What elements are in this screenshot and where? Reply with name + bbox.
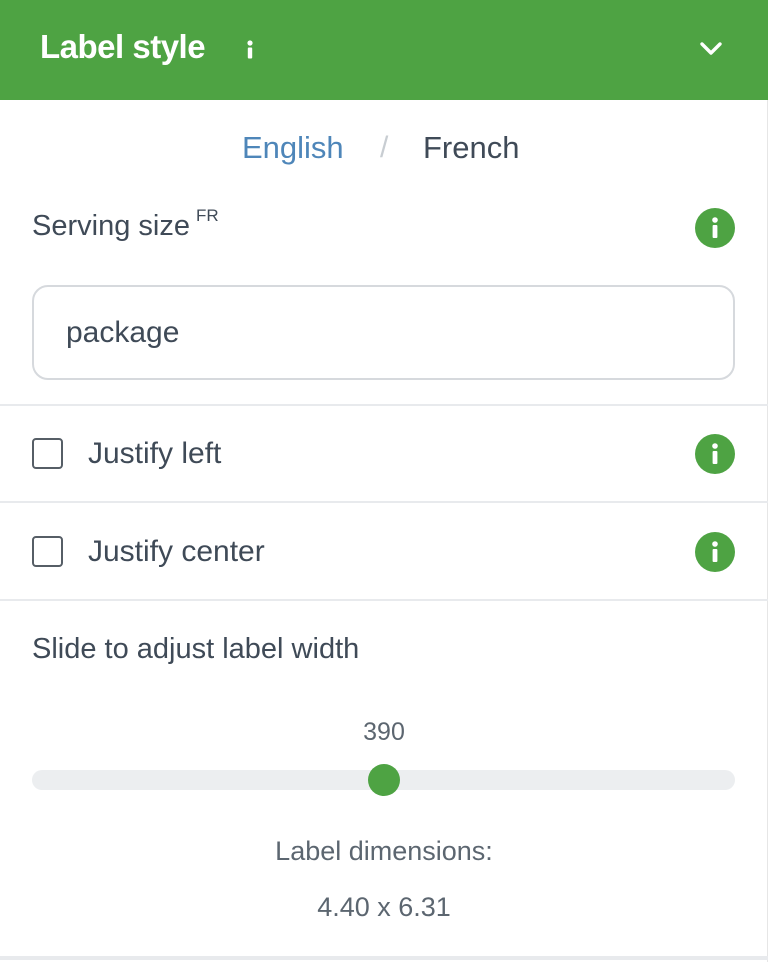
panel-bottom-edge — [0, 956, 768, 960]
serving-size-label: Serving size FR — [32, 206, 219, 243]
slider-label: Slide to adjust label width — [32, 633, 360, 665]
label-width-slider-thumb[interactable] — [367, 764, 400, 796]
info-icon[interactable] — [695, 434, 735, 474]
label-dimensions-value: 4.40 x 6.31 — [317, 892, 451, 922]
info-icon[interactable] — [244, 34, 256, 64]
panel-header[interactable]: Label style — [0, 0, 768, 100]
language-tab-french[interactable]: French — [423, 130, 519, 166]
language-tab-english[interactable]: English — [242, 130, 344, 166]
divider — [0, 599, 768, 601]
divider — [0, 501, 768, 503]
serving-size-label-text: Serving size — [32, 210, 190, 242]
slider-value: 390 — [363, 718, 405, 746]
language-separator: / — [380, 131, 389, 164]
info-icon[interactable] — [695, 532, 735, 572]
chevron-down-icon[interactable] — [696, 36, 726, 62]
label-style-panel: Label style English / French Serving siz… — [0, 0, 768, 962]
label-dimensions-label: Label dimensions: — [275, 836, 493, 866]
justify-center-label[interactable]: Justify center — [88, 535, 265, 569]
serving-size-input[interactable] — [32, 285, 735, 380]
divider — [0, 404, 768, 406]
justify-left-label[interactable]: Justify left — [88, 437, 221, 471]
panel-title: Label style — [40, 28, 206, 65]
justify-left-checkbox[interactable] — [32, 438, 63, 469]
serving-size-language-tag: FR — [195, 206, 219, 225]
info-icon[interactable] — [695, 208, 735, 248]
justify-center-checkbox[interactable] — [32, 536, 63, 567]
